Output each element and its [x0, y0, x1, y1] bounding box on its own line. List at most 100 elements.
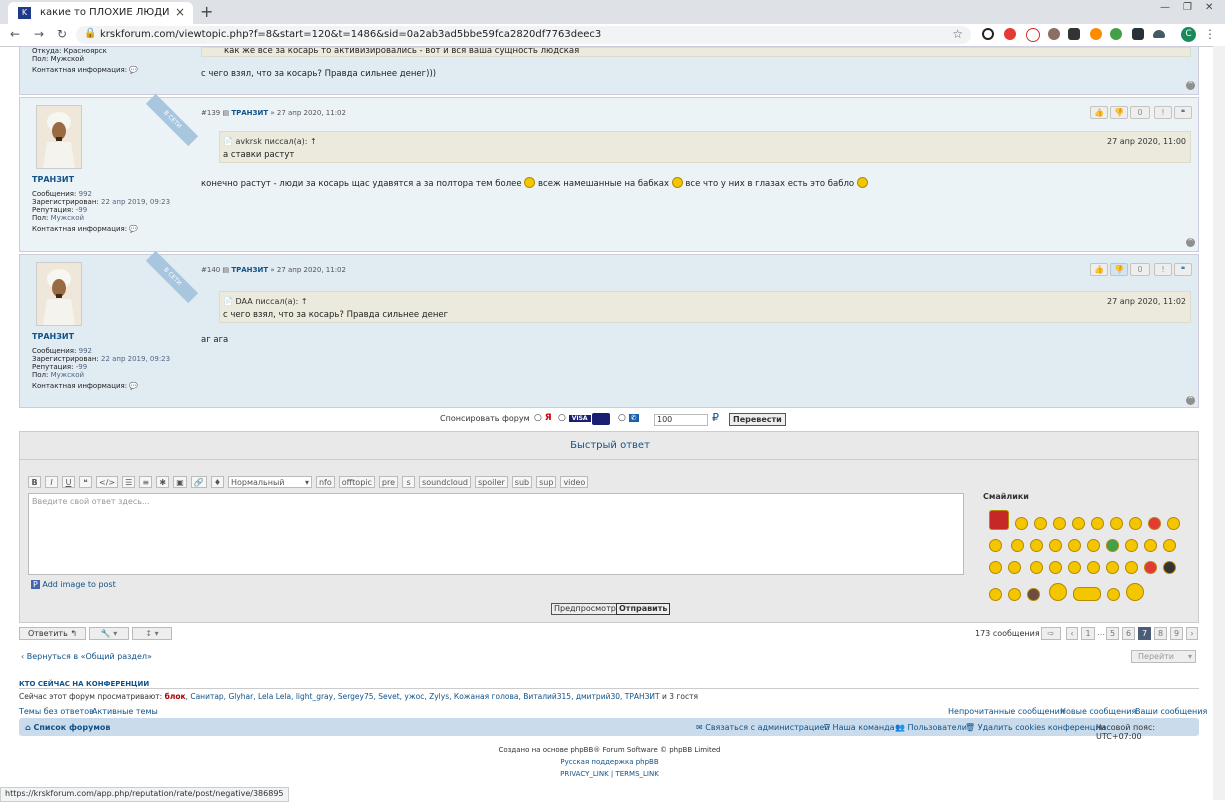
prev-page-button[interactable]: ‹ [1066, 627, 1078, 640]
smiley-icon[interactable] [1086, 561, 1100, 574]
italic-button[interactable]: I [45, 476, 58, 488]
author-name[interactable]: ТРАНЗИТ [32, 332, 74, 341]
extension-icon[interactable] [1004, 28, 1016, 40]
page-link[interactable]: 8 [1154, 627, 1167, 640]
smiley-icon[interactable] [1072, 517, 1085, 530]
image-button[interactable]: ▣ [173, 476, 187, 488]
contact-icon[interactable]: 💬 [129, 66, 138, 74]
quote-format-button[interactable]: ❝ [79, 476, 92, 488]
reply-button[interactable]: Ответить ↰ [19, 627, 86, 640]
smiley-icon[interactable] [1048, 583, 1067, 601]
unread-link[interactable]: Непрочитанные сообщения [948, 707, 1065, 716]
bold-button[interactable]: B [28, 476, 41, 488]
post-number[interactable]: #140 [201, 266, 220, 274]
list-item-button[interactable]: ✱ [156, 476, 170, 488]
extension-icon[interactable] [982, 28, 994, 40]
sponsor-amount-input[interactable]: 100 [654, 414, 708, 426]
page-link[interactable]: 6 [1122, 627, 1135, 640]
close-window-icon[interactable]: ✕ [1205, 2, 1213, 13]
color-button[interactable]: ♦ [210, 476, 224, 488]
code-button[interactable]: </> [96, 476, 119, 488]
tag-pre-button[interactable]: pre [378, 476, 399, 488]
tag-nfo-button[interactable]: nfo [315, 476, 335, 488]
online-user-admin[interactable]: блок [165, 692, 186, 701]
contact-icon[interactable]: 💬 [129, 225, 138, 233]
forward-icon[interactable]: → [34, 27, 44, 41]
meta-posts[interactable]: 992 [79, 190, 92, 198]
list-button[interactable]: ☰ [122, 476, 136, 488]
quote-button[interactable]: ❝ [1174, 106, 1192, 119]
smiley-icon[interactable] [1027, 588, 1040, 601]
smiley-icon[interactable] [1067, 539, 1081, 552]
font-size-select[interactable]: Нормальный ▾ [227, 476, 312, 488]
team-link[interactable]: ⛉ Наша команда [824, 723, 895, 733]
smiley-icon[interactable] [989, 588, 1002, 601]
bookmark-star-icon[interactable]: ☆ [952, 27, 963, 41]
sort-button[interactable]: ↕ ▾ [132, 627, 172, 640]
mastercard-icon[interactable] [592, 413, 610, 425]
dislike-button[interactable]: 👎 [1110, 263, 1128, 276]
browser-tab[interactable]: K какие то ПЛОХИЕ ЛЮДИ портя × [8, 2, 193, 24]
extension-icon[interactable] [1068, 28, 1080, 40]
close-tab-icon[interactable]: × [175, 5, 185, 19]
sponsor-option-visa[interactable]: ○ VISA [558, 413, 591, 423]
smiley-icon[interactable] [1008, 588, 1021, 601]
back-to-forum-link[interactable]: ‹ Вернуться в «Общий раздел» [21, 652, 152, 661]
sponsor-option-phone[interactable]: ○ ✆ [618, 413, 639, 423]
your-posts-link[interactable]: Ваши сообщения [1135, 707, 1207, 716]
smiley-icon[interactable] [1148, 517, 1161, 530]
tag-offtopic-button[interactable]: offtopic [338, 476, 375, 488]
meta-posts[interactable]: 992 [79, 347, 92, 355]
ordered-list-button[interactable]: ≡ [139, 476, 153, 488]
members-link[interactable]: 👥 Пользователи [895, 723, 967, 732]
quote-link-icon[interactable]: 📄 [223, 137, 233, 146]
smiley-icon[interactable] [1143, 539, 1157, 552]
contact-icon[interactable]: 💬 [129, 382, 138, 390]
tag-s-button[interactable]: s [402, 476, 416, 488]
smiley-icon[interactable] [1010, 539, 1024, 552]
quote-author[interactable]: DAA писсал(а): ↑ [236, 297, 308, 306]
smiley-icon[interactable] [989, 539, 1002, 552]
top-icon[interactable]: ^ [1186, 238, 1195, 247]
quote-button[interactable]: ❝ [1174, 263, 1192, 276]
minimize-icon[interactable]: — [1160, 2, 1170, 13]
page-link[interactable]: 9 [1170, 627, 1183, 640]
smiley-icon[interactable] [1105, 539, 1119, 552]
smiley-icon[interactable] [1091, 517, 1104, 530]
smiley-icon[interactable] [1067, 561, 1081, 574]
online-user-list[interactable]: , Санитар, Glyhar, Lela Lela, light_gray… [186, 692, 660, 701]
meta-rep[interactable]: -99 [76, 206, 87, 214]
smiley-icon[interactable] [1124, 561, 1138, 574]
extension-icon[interactable] [1048, 28, 1060, 40]
scrollbar[interactable] [1213, 46, 1225, 800]
smiley-icon[interactable] [1125, 583, 1144, 601]
smiley-icon[interactable] [1167, 517, 1180, 530]
unanswered-link[interactable]: Темы без ответов [19, 707, 94, 716]
post-author[interactable]: ТРАНЗИТ [231, 266, 268, 274]
smiley-icon[interactable] [1048, 561, 1062, 574]
reload-icon[interactable]: ↻ [57, 27, 67, 41]
post-number[interactable]: #139 [201, 109, 220, 117]
address-bar[interactable]: 🔒 krskforum.com/viewtopic.php?f=8&start=… [76, 26, 971, 44]
back-icon[interactable]: ← [10, 27, 20, 41]
preview-button[interactable]: Предпросмотр [551, 603, 619, 615]
author-name[interactable]: ТРАНЗИТ [32, 175, 74, 184]
tag-soundcloud-button[interactable]: soundcloud [419, 476, 471, 488]
dislike-button[interactable]: 👎 [1110, 106, 1128, 119]
credits-line3[interactable]: PRIVACY_LINK | TERMS_LINK [0, 770, 1219, 778]
smiley-icon[interactable] [1162, 539, 1176, 552]
smiley-icon[interactable] [1110, 517, 1123, 530]
profile-avatar[interactable]: C [1181, 27, 1196, 42]
jump-to-page-button[interactable]: ⇨ [1041, 627, 1061, 640]
sponsor-option-ya[interactable]: ○ Я [534, 413, 552, 423]
jump-select[interactable]: Перейти ▾ [1131, 650, 1196, 663]
smiley-icon[interactable] [1162, 561, 1176, 574]
new-tab-icon[interactable]: + [200, 2, 213, 21]
smiley-icon[interactable] [1105, 561, 1119, 574]
tag-video-button[interactable]: video [560, 476, 589, 488]
smiley-icon[interactable] [1048, 539, 1062, 552]
contact-admin-link[interactable]: ✉ Связаться с администрацией [696, 723, 830, 732]
forum-index-link[interactable]: ⌂ Список форумов [25, 723, 110, 732]
menu-icon[interactable]: ⋮ [1204, 27, 1216, 41]
delete-cookies-link[interactable]: 🗑 Удалить cookies конференции [965, 723, 1106, 732]
